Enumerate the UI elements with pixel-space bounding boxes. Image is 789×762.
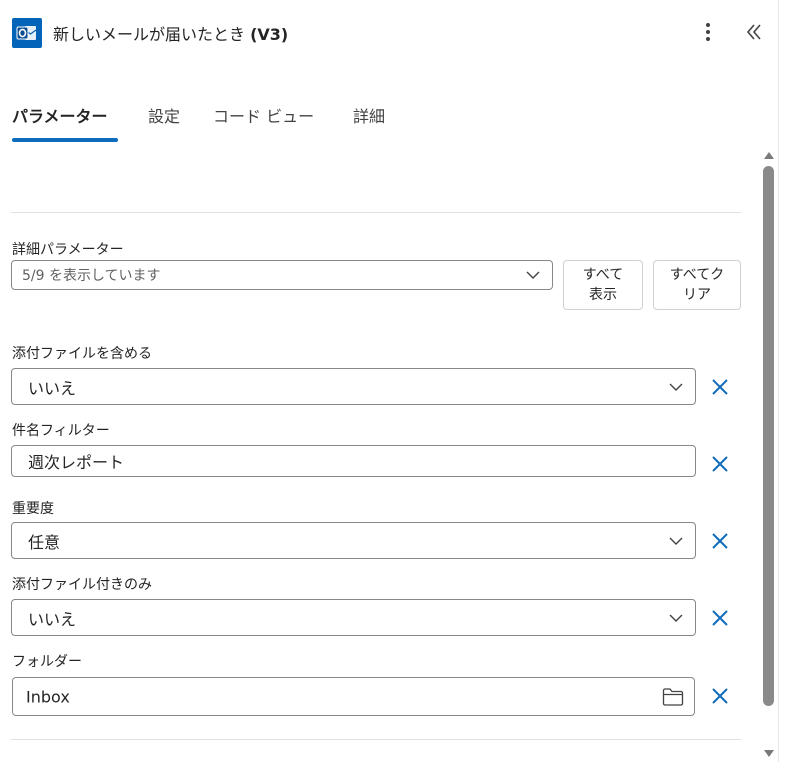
- chevron-down-icon: [669, 537, 683, 545]
- param-value: いいえ: [28, 609, 77, 629]
- folder-icon[interactable]: [662, 687, 684, 707]
- importance-dropdown[interactable]: 任意: [11, 522, 696, 559]
- param-label: 添付ファイルを含める: [12, 346, 152, 362]
- param-label: フォルダー: [12, 654, 82, 670]
- remove-param-icon[interactable]: [708, 606, 732, 630]
- tab-parameters[interactable]: パラメーター: [12, 103, 108, 127]
- only-with-attachments-dropdown[interactable]: いいえ: [11, 599, 696, 636]
- more-options-icon[interactable]: [698, 20, 718, 44]
- panel-header: 新しいメールが届いたとき (V3): [0, 0, 778, 64]
- param-label: 添付ファイル付きのみ: [12, 577, 152, 593]
- remove-param-icon[interactable]: [708, 529, 732, 553]
- advanced-params-dropdown[interactable]: 5/9 を表示しています: [11, 260, 553, 290]
- collapse-panel-icon[interactable]: [742, 20, 766, 44]
- title-version: (V3): [250, 25, 289, 44]
- advanced-params-value: 5/9 を表示しています: [22, 268, 161, 284]
- param-value: Inbox: [26, 687, 70, 706]
- title-text: 新しいメールが届いたとき: [53, 25, 251, 44]
- param-value: いいえ: [28, 378, 77, 398]
- tab-details[interactable]: 詳細: [353, 103, 385, 127]
- subject-filter-input[interactable]: 週次レポート: [11, 445, 696, 477]
- divider: [11, 212, 741, 213]
- param-value: 週次レポート: [28, 453, 125, 472]
- scroll-up-icon[interactable]: [763, 150, 775, 160]
- remove-param-icon[interactable]: [708, 375, 732, 399]
- chevron-down-icon: [526, 271, 540, 279]
- chevron-down-icon: [669, 383, 683, 391]
- tab-code-view[interactable]: コード ビュー: [213, 103, 314, 127]
- remove-param-icon[interactable]: [708, 684, 732, 708]
- param-label: 件名フィルター: [12, 423, 110, 439]
- scrollbar-thumb[interactable]: [763, 166, 774, 706]
- include-attachments-dropdown[interactable]: いいえ: [11, 368, 696, 405]
- panel-title: 新しいメールが届いたとき (V3): [53, 21, 288, 45]
- divider: [11, 739, 741, 740]
- param-label: 重要度: [12, 501, 54, 517]
- active-tab-indicator: [12, 138, 118, 142]
- advanced-params-label: 詳細パラメーター: [12, 242, 124, 258]
- show-all-button[interactable]: すべて 表示: [563, 260, 643, 310]
- remove-param-icon[interactable]: [708, 452, 732, 476]
- outlook-icon: [12, 18, 42, 48]
- chevron-down-icon: [669, 614, 683, 622]
- panel-edge: [778, 0, 779, 762]
- tab-settings[interactable]: 設定: [148, 103, 180, 127]
- scroll-down-icon[interactable]: [763, 749, 775, 759]
- clear-all-button[interactable]: すべてク リア: [653, 260, 741, 310]
- folder-picker[interactable]: Inbox: [12, 677, 695, 716]
- param-value: 任意: [28, 532, 61, 552]
